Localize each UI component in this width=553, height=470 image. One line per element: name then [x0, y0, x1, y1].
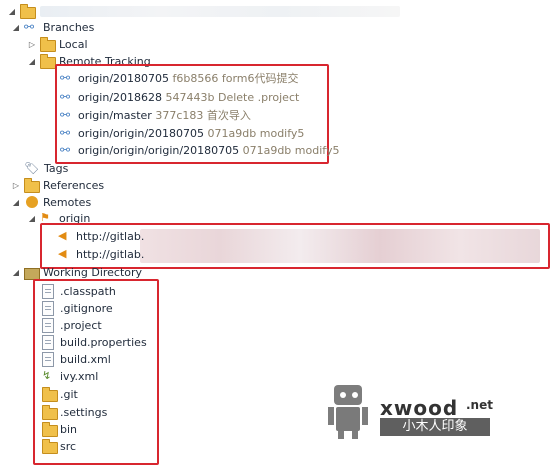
commit-message: modify5 — [259, 127, 305, 140]
repository-icon — [20, 4, 36, 19]
folder-icon — [42, 422, 58, 437]
xml-file-icon — [42, 318, 54, 333]
folder-name: .settings — [60, 406, 108, 419]
commit-hash: f6b8566 — [172, 72, 219, 85]
folder-name: bin — [60, 423, 78, 436]
file-name: .project — [60, 319, 102, 332]
file-name: build.xml — [60, 353, 111, 366]
branch-name: origin/2018628 — [78, 91, 163, 104]
expand-arrow-icon[interactable]: ▷ — [12, 177, 20, 194]
xml-file-icon — [42, 284, 54, 299]
commit-hash: 377c183 — [155, 109, 204, 122]
watermark-cn-text: 小木人印象 — [380, 418, 490, 436]
branch-icon: ⚯ — [60, 126, 71, 140]
expand-arrow-icon[interactable]: ▷ — [28, 36, 36, 53]
collapse-arrow-icon[interactable]: ◢ — [28, 210, 36, 227]
commit-message: modify5 — [294, 144, 340, 157]
collapse-arrow-icon[interactable]: ◢ — [12, 264, 20, 281]
redacted-url-area — [140, 229, 540, 263]
commit-message: 首次导入 — [206, 109, 251, 122]
collapse-arrow-icon[interactable]: ◢ — [28, 53, 36, 70]
tree-node-label: Branches — [43, 21, 95, 34]
folder-icon — [42, 405, 58, 420]
folder-icon — [40, 54, 56, 69]
branch-name: origin/master — [78, 109, 152, 122]
file-name: .classpath — [60, 285, 116, 298]
robot-logo-icon — [324, 385, 376, 439]
branch-name: origin/origin/origin/20180705 — [78, 144, 240, 157]
xml-file-icon — [42, 352, 54, 367]
watermark-brand: xwood — [380, 396, 459, 420]
remote-url: http://gitlab. — [76, 248, 145, 261]
push-url-icon: ◀ — [58, 247, 67, 260]
collapse-arrow-icon[interactable]: ◢ — [12, 194, 20, 211]
branch-icon: ⚯ — [60, 143, 71, 157]
file-name: ivy.xml — [60, 370, 99, 383]
folder-name: .git — [60, 388, 78, 401]
tags-icon: 🏷 — [24, 161, 40, 175]
folder-icon — [42, 439, 58, 454]
branch-name: origin/origin/20180705 — [78, 127, 205, 140]
remote-url: http://gitlab. — [76, 230, 145, 243]
collapse-arrow-icon[interactable]: ◢ — [12, 19, 20, 36]
ivy-file-icon: ↯ — [42, 369, 52, 382]
collapse-arrow-icon[interactable]: ◢ — [8, 3, 16, 20]
fetch-url-icon: ◀ — [58, 229, 67, 242]
watermark-domain-suffix: .net — [466, 398, 493, 412]
redacted-repository-name — [40, 6, 400, 17]
commit-hash: 547443b — [165, 91, 215, 104]
repository-row[interactable]: ◢ — [8, 3, 408, 20]
folder-name: src — [60, 440, 77, 453]
tree-node-label: Remotes — [43, 196, 92, 209]
text-file-icon — [42, 301, 54, 316]
branch-name: origin/20180705 — [78, 72, 170, 85]
commit-message: Delete .project — [218, 91, 300, 104]
branches-icon: ⚯ — [24, 20, 35, 34]
remotes-icon — [26, 196, 38, 208]
branch-icon: ⚯ — [60, 108, 71, 122]
file-name: .gitignore — [60, 302, 113, 315]
tree-node-label: References — [43, 179, 105, 192]
file-name: build.properties — [60, 336, 147, 349]
branch-icon: ⚯ — [60, 90, 71, 104]
commit-hash: 071a9db — [242, 144, 292, 157]
properties-file-icon — [42, 335, 54, 350]
folder-icon — [42, 387, 58, 402]
commit-hash: 071a9db — [207, 127, 257, 140]
tree-node-label: Local — [59, 38, 88, 51]
folder-icon — [24, 178, 40, 193]
tree-node-label: Tags — [44, 162, 69, 175]
commit-message: form6代码提交 — [221, 72, 299, 85]
branch-icon: ⚯ — [60, 71, 71, 85]
folder-icon — [40, 37, 56, 52]
